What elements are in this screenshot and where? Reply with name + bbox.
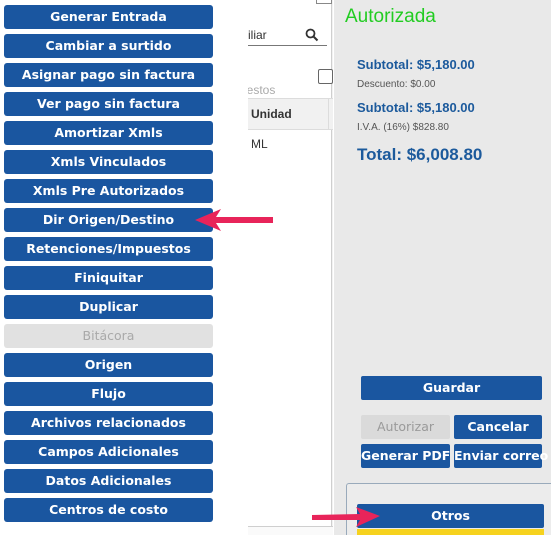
generar-pdf-button[interactable]: Generar PDF [361,444,450,468]
generar-entrada-button[interactable]: Generar Entrada [4,5,213,29]
duplicar-button[interactable]: Duplicar [4,295,213,319]
amortizar-xmls-button[interactable]: Amortizar Xmls [4,121,213,145]
flujo-button[interactable]: Flujo [4,382,213,406]
descuento-label: Descuento: $0.00 [357,79,436,90]
centros-de-costo-button[interactable]: Centros de costo [4,498,213,522]
impuestos-checkbox[interactable] [318,69,333,84]
asignar-pago-sin-factura-button[interactable]: Asignar pago sin factura [4,63,213,87]
status-label: Autorizada [345,6,436,27]
enviar-correo-button[interactable]: Enviar correo [454,444,548,468]
origen-button[interactable]: Origen [4,353,213,377]
column-divider [328,98,329,130]
datos-adicionales-button[interactable]: Datos Adicionales [4,469,213,493]
cancelar-button[interactable]: Cancelar [454,415,542,439]
bitacora-button: Bitácora [4,324,213,348]
iva-label: I.V.A. (16%) $828.80 [357,122,449,133]
subtotal-label: Subtotal: $5,180.00 [357,57,475,72]
xmls-vinculados-button[interactable]: Xmls Vinculados [4,150,213,174]
highlight-strip [357,529,544,535]
autorizar-button: Autorizar [361,415,450,439]
column-header-unidad[interactable]: Unidad [251,107,292,121]
annotation-arrow-right-icon [312,507,380,527]
table-cell-unidad: ML [251,137,268,151]
search-icon[interactable] [305,28,319,42]
subtotal-after-discount-label: Subtotal: $5,180.00 [357,100,475,115]
dir-origen-destino-button[interactable]: Dir Origen/Destino [4,208,213,232]
ver-pago-sin-factura-button[interactable]: Ver pago sin factura [4,92,213,116]
archivos-relacionados-button[interactable]: Archivos relacionados [4,411,213,435]
campos-adicionales-button[interactable]: Campos Adicionales [4,440,213,464]
finiquitar-button[interactable]: Finiquitar [4,266,213,290]
xmls-pre-autorizados-button[interactable]: Xmls Pre Autorizados [4,179,213,203]
actions-dropdown-menu: Generar Entrada Cambiar a surtido Asigna… [0,0,248,535]
total-label: Total: $6,008.80 [357,145,483,164]
search-input-underline [242,45,327,46]
otros-button[interactable]: Otros [357,504,544,528]
cambiar-a-surtido-button[interactable]: Cambiar a surtido [4,34,213,58]
annotation-arrow-left-icon [195,209,273,231]
window-control[interactable] [316,0,332,4]
retenciones-impuestos-button[interactable]: Retenciones/Impuestos [4,237,213,261]
guardar-button[interactable]: Guardar [361,376,542,400]
